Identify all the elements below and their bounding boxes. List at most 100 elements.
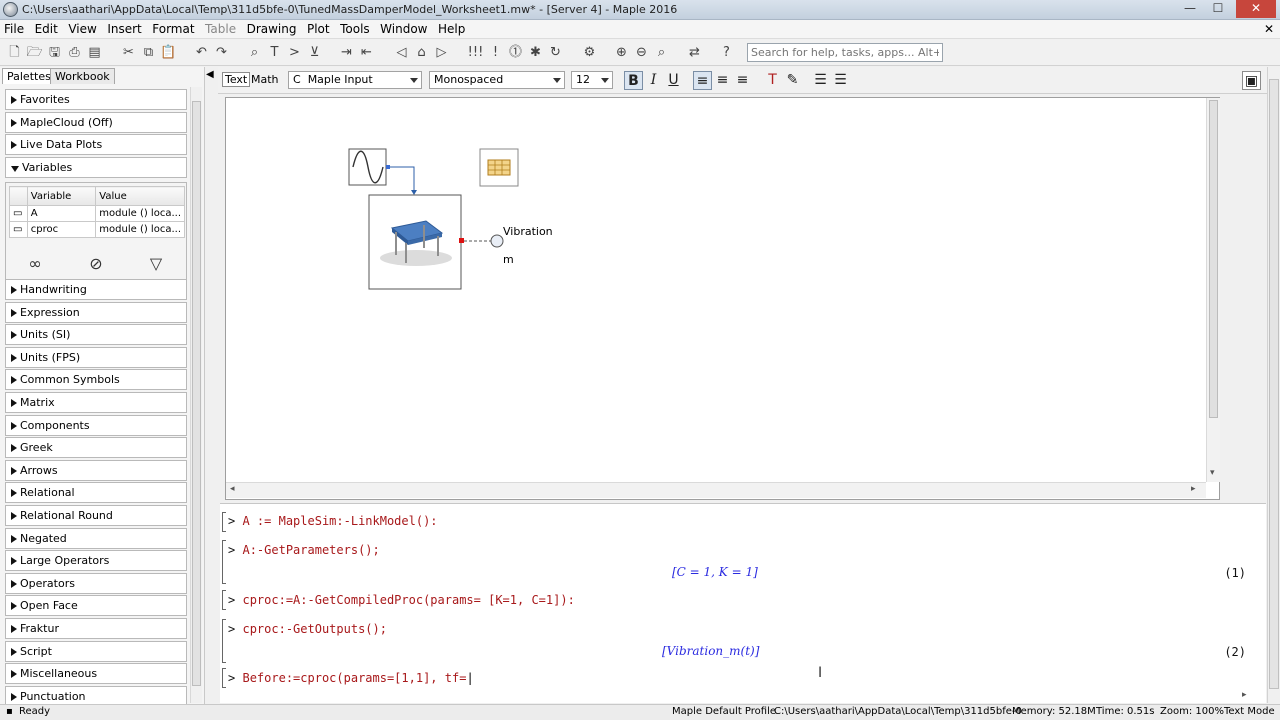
palette-operators[interactable]: Operators [5, 572, 187, 594]
palette-handwriting[interactable]: Handwriting [5, 279, 187, 300]
execute-all-icon[interactable]: !!! [467, 44, 484, 61]
palette-variables[interactable]: Variables [5, 157, 187, 178]
back-icon[interactable]: ◁ [393, 44, 410, 61]
collapse-panel-icon[interactable]: ◀ [206, 69, 214, 91]
output-port[interactable] [459, 238, 464, 243]
paste-icon[interactable]: 📋 [160, 44, 177, 61]
command-line-active[interactable]: > Before:=cproc(params=[1,1], tf=| [228, 671, 474, 685]
sine-source-block[interactable] [348, 148, 390, 186]
palette-expression[interactable]: Expression [5, 301, 187, 323]
stop-icon[interactable]: ⓵ [507, 44, 524, 61]
switch-icon[interactable]: ⇄ [686, 44, 703, 61]
column-header-value[interactable]: Value [95, 186, 185, 206]
palette-units-si[interactable]: Units (SI) [5, 324, 187, 346]
filter-icon[interactable]: ▽ [144, 253, 168, 275]
underline-button[interactable]: U [664, 71, 683, 90]
close-button[interactable]: ✕ [1236, 0, 1276, 18]
align-left-icon[interactable]: ≡ [693, 71, 712, 90]
section-icon[interactable]: ⊻ [306, 44, 323, 61]
table-row[interactable]: ▭ A module () loca... [9, 205, 185, 222]
hide-eye-icon[interactable]: ⊘ [84, 253, 108, 275]
menu-help[interactable]: Help [438, 20, 465, 38]
glasses-icon[interactable]: ∞ [23, 253, 47, 275]
zoom-icon[interactable]: ⌕ [653, 44, 670, 61]
palette-matrix[interactable]: Matrix [5, 392, 187, 413]
zoom-out-icon[interactable]: ⊖ [633, 44, 650, 61]
parameter-table-block[interactable] [479, 148, 519, 187]
command-line[interactable]: > A := MapleSim:-LinkModel(): [228, 514, 438, 528]
menu-view[interactable]: View [68, 20, 96, 38]
scroll-right-icon[interactable]: ▸ [1191, 484, 1196, 494]
menu-insert[interactable]: Insert [107, 20, 141, 38]
maximize-button[interactable]: ☐ [1204, 0, 1232, 18]
menu-tools[interactable]: Tools [340, 20, 370, 38]
palette-greek[interactable]: Greek [5, 437, 187, 459]
home-icon[interactable]: ⌂ [413, 44, 430, 61]
command-line[interactable]: > A:-GetParameters(); [228, 543, 380, 557]
scrollbar-thumb[interactable] [192, 101, 201, 686]
numbered-list-icon[interactable]: ☰ [831, 71, 850, 90]
execute-icon[interactable]: ! [487, 44, 504, 61]
highlight-icon[interactable]: ✎ [783, 71, 802, 90]
menu-plot[interactable]: Plot [307, 20, 330, 38]
print-icon[interactable]: ⎙ [66, 44, 83, 61]
search-input[interactable] [747, 43, 943, 62]
document-scrollbar[interactable] [1267, 67, 1280, 703]
palette-units-fps[interactable]: Units (FPS) [5, 346, 187, 368]
scroll-down-icon[interactable]: ▾ [1210, 468, 1215, 478]
indent-icon[interactable]: ⇥ [338, 44, 355, 61]
menu-table[interactable]: Table [205, 20, 236, 38]
minimize-button[interactable]: — [1176, 0, 1204, 18]
font-select[interactable]: Monospaced [429, 71, 565, 89]
execution-group-icon[interactable]: > [286, 44, 303, 61]
palette-fraktur[interactable]: Fraktur [5, 618, 187, 639]
palette-common-symbols[interactable]: Common Symbols [5, 369, 187, 391]
debug-icon[interactable]: ✱ [527, 44, 544, 61]
bold-button[interactable]: B [624, 71, 643, 90]
palette-script[interactable]: Script [5, 640, 187, 662]
palette-maplecloud[interactable]: MapleCloud (Off) [5, 112, 187, 133]
canvas-vertical-scrollbar[interactable]: ▾ [1206, 98, 1220, 482]
document-close-icon[interactable]: ✕ [1264, 22, 1274, 36]
save-icon[interactable]: 🖫 [46, 44, 63, 61]
forward-icon[interactable]: ▷ [433, 44, 450, 61]
print-preview-icon[interactable]: ▤ [86, 44, 103, 61]
scroll-left-icon[interactable]: ◂ [230, 484, 235, 494]
scrollbar-thumb[interactable] [1209, 100, 1218, 418]
bullet-list-icon[interactable]: ☰ [811, 71, 830, 90]
italic-button[interactable]: I [644, 71, 663, 90]
canvas-horizontal-scrollbar[interactable]: ◂ ▸ [226, 482, 1206, 498]
copy-icon[interactable]: ⧉ [140, 44, 157, 61]
scroll-right-icon[interactable]: ▸ [1242, 690, 1247, 700]
input-style-select[interactable]: C Maple Input [288, 71, 422, 89]
font-size-select[interactable]: 12 [571, 71, 613, 89]
help-icon[interactable]: ? [718, 44, 735, 61]
text-color-icon[interactable]: T [763, 71, 782, 90]
palette-relational-round[interactable]: Relational Round [5, 505, 187, 526]
tuned-mass-damper-subsystem[interactable] [368, 194, 462, 290]
menu-edit[interactable]: Edit [35, 20, 58, 38]
palette-negated[interactable]: Negated [5, 527, 187, 549]
tab-palettes[interactable]: Palettes [2, 68, 56, 84]
context-panel-icon[interactable]: ▣ [1242, 71, 1261, 90]
command-line[interactable]: > cproc:-GetOutputs(); [228, 622, 387, 636]
menu-format[interactable]: Format [152, 20, 194, 38]
palette-miscellaneous[interactable]: Miscellaneous [5, 663, 187, 685]
palette-live-data-plots[interactable]: Live Data Plots [5, 134, 187, 155]
text-icon[interactable]: T [266, 44, 283, 61]
worksheet-area[interactable]: > A := MapleSim:-LinkModel(): > A:-GetPa… [220, 503, 1266, 703]
open-icon[interactable]: 🗁 [26, 44, 43, 61]
palette-arrows[interactable]: Arrows [5, 459, 187, 481]
palette-open-face[interactable]: Open Face [5, 595, 187, 617]
outdent-icon[interactable]: ⇤ [358, 44, 375, 61]
palette-components[interactable]: Components [5, 414, 187, 436]
probe-circle[interactable] [490, 234, 504, 248]
palette-favorites[interactable]: Favorites [5, 89, 187, 110]
menu-drawing[interactable]: Drawing [247, 20, 297, 38]
menu-file[interactable]: File [4, 20, 24, 38]
table-row[interactable]: ▭ cproc module () loca... [9, 221, 185, 238]
restart-icon[interactable]: ↻ [547, 44, 564, 61]
cut-icon[interactable]: ✂ [120, 44, 137, 61]
text-mode-button[interactable]: Text [222, 72, 251, 87]
palette-large-operators[interactable]: Large Operators [5, 550, 187, 572]
